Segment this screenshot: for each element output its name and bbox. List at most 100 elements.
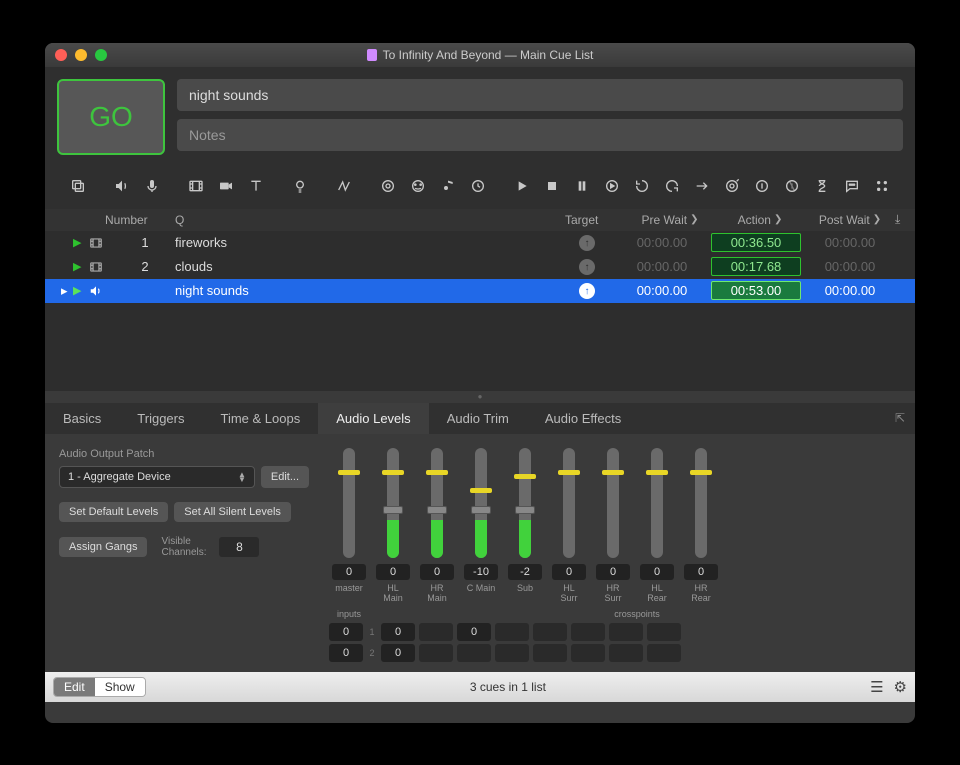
fader-value[interactable]: 0 xyxy=(684,564,718,580)
cue-action[interactable]: 00:17.68 xyxy=(711,257,801,276)
stop-cue-icon[interactable] xyxy=(539,173,565,199)
goto-cue-icon[interactable] xyxy=(689,173,715,199)
crosspoint-box[interactable] xyxy=(647,644,681,662)
cue-postwait[interactable]: 00:00.00 xyxy=(805,283,895,298)
crosspoint-box[interactable] xyxy=(495,644,529,662)
close-icon[interactable] xyxy=(55,49,67,61)
fader-track[interactable] xyxy=(607,448,619,558)
crosspoint-box[interactable]: 0 xyxy=(457,623,491,641)
cue-postwait[interactable]: 00:00.00 xyxy=(805,235,895,250)
load-cue-icon[interactable] xyxy=(599,173,625,199)
fader-track[interactable] xyxy=(475,448,487,558)
crosspoint-box[interactable] xyxy=(495,623,529,641)
crosspoint-box[interactable] xyxy=(533,644,567,662)
pause-cue-icon[interactable] xyxy=(569,173,595,199)
tab-triggers[interactable]: Triggers xyxy=(119,403,202,434)
fader[interactable]: 0HLMain xyxy=(373,448,413,605)
set-default-levels-button[interactable]: Set Default Levels xyxy=(59,502,168,522)
tab-audio-effects[interactable]: Audio Effects xyxy=(527,403,639,434)
fader-track[interactable] xyxy=(519,448,531,558)
zoom-icon[interactable] xyxy=(95,49,107,61)
fade-cue-icon[interactable] xyxy=(331,173,357,199)
device-select[interactable]: 1 - Aggregate Device ▲▼ xyxy=(59,466,255,488)
crosspoint-box[interactable] xyxy=(571,644,605,662)
crosspoint-box[interactable]: 0 xyxy=(381,644,415,662)
midi-cue-icon[interactable] xyxy=(405,173,431,199)
fader[interactable]: 0HRMain xyxy=(417,448,457,605)
cue-prewait[interactable]: 00:00.00 xyxy=(617,283,707,298)
fader-value[interactable]: -2 xyxy=(508,564,542,580)
crosspoint-box[interactable] xyxy=(647,623,681,641)
crosspoint-box[interactable] xyxy=(571,623,605,641)
fader-cap-icon[interactable] xyxy=(646,470,668,475)
fader-cap-icon[interactable] xyxy=(338,470,360,475)
fader-track[interactable] xyxy=(651,448,663,558)
cue-action[interactable]: 00:53.00 xyxy=(711,281,801,300)
wait-cue-icon[interactable] xyxy=(809,173,835,199)
text-cue-icon[interactable] xyxy=(243,173,269,199)
fader-value[interactable]: 0 xyxy=(640,564,674,580)
cue-row[interactable]: ▸▶night sounds↑00:00.0000:53.0000:00.00 xyxy=(45,279,915,303)
cue-notes-input[interactable] xyxy=(177,119,903,151)
target-cue-icon[interactable] xyxy=(719,173,745,199)
fader[interactable]: 0HRRear xyxy=(681,448,721,605)
fader-value[interactable]: -10 xyxy=(464,564,498,580)
crosspoint-box[interactable] xyxy=(609,623,643,641)
splitter-handle[interactable]: ● xyxy=(45,391,915,403)
fader-value[interactable]: 0 xyxy=(552,564,586,580)
mic-cue-icon[interactable] xyxy=(139,173,165,199)
reset-cue-icon[interactable] xyxy=(629,173,655,199)
col-target[interactable]: Target xyxy=(565,213,625,227)
cue-prewait[interactable]: 00:00.00 xyxy=(617,259,707,274)
col-prewait[interactable]: Pre Wait❯ xyxy=(625,213,715,227)
tab-audio-trim[interactable]: Audio Trim xyxy=(429,403,527,434)
network-cue-icon[interactable] xyxy=(375,173,401,199)
camera-cue-icon[interactable] xyxy=(213,173,239,199)
fader-cap-icon[interactable] xyxy=(426,470,448,475)
fader[interactable]: 0master xyxy=(329,448,369,605)
crosspoint-box[interactable] xyxy=(609,644,643,662)
fader-track[interactable] xyxy=(431,448,443,558)
minimize-icon[interactable] xyxy=(75,49,87,61)
popout-icon[interactable]: ⇱ xyxy=(895,411,905,425)
fader-cap-icon[interactable] xyxy=(382,470,404,475)
devamp-cue-icon[interactable] xyxy=(659,173,685,199)
cue-row[interactable]: ▶2clouds↑00:00.0000:17.6800:00.00 xyxy=(45,255,915,279)
col-number[interactable]: Number xyxy=(105,213,175,227)
fader-value[interactable]: 0 xyxy=(332,564,366,580)
show-mode-button[interactable]: Show xyxy=(95,678,145,696)
fader-cap-icon[interactable] xyxy=(690,470,712,475)
fader[interactable]: -2Sub xyxy=(505,448,545,605)
visible-channels-value[interactable]: 8 xyxy=(219,537,259,557)
timecode-cue-icon[interactable] xyxy=(465,173,491,199)
input-level-box[interactable]: 0 xyxy=(329,644,363,662)
edit-patch-button[interactable]: Edit... xyxy=(261,466,309,488)
col-autocontinue-icon[interactable]: ⤓ xyxy=(895,212,915,227)
assign-gangs-button[interactable]: Assign Gangs xyxy=(59,537,147,557)
col-postwait[interactable]: Post Wait❯ xyxy=(805,213,895,227)
fader-track[interactable] xyxy=(387,448,399,558)
light-cue-icon[interactable] xyxy=(287,173,313,199)
group-cue-icon[interactable] xyxy=(65,173,91,199)
set-silent-levels-button[interactable]: Set All Silent Levels xyxy=(174,502,291,522)
script-cue-icon[interactable] xyxy=(869,173,895,199)
fader-value[interactable]: 0 xyxy=(420,564,454,580)
audio-cue-icon[interactable] xyxy=(109,173,135,199)
cue-prewait[interactable]: 00:00.00 xyxy=(617,235,707,250)
cue-postwait[interactable]: 00:00.00 xyxy=(805,259,895,274)
fader-cap-icon[interactable] xyxy=(470,488,492,493)
fader[interactable]: 0HRSurr xyxy=(593,448,633,605)
midi-file-cue-icon[interactable] xyxy=(435,173,461,199)
crosspoint-box[interactable] xyxy=(419,623,453,641)
col-q[interactable]: Q xyxy=(175,213,565,227)
cue-name-input[interactable] xyxy=(177,79,903,111)
cue-list[interactable]: ▶1fireworks↑00:00.0000:36.5000:00.00▶2cl… xyxy=(45,231,915,391)
fader-cap-icon[interactable] xyxy=(602,470,624,475)
fader-value[interactable]: 0 xyxy=(376,564,410,580)
cue-row[interactable]: ▶1fireworks↑00:00.0000:36.5000:00.00 xyxy=(45,231,915,255)
tab-time-loops[interactable]: Time & Loops xyxy=(203,403,319,434)
fader[interactable]: 0HLRear xyxy=(637,448,677,605)
video-cue-icon[interactable] xyxy=(183,173,209,199)
crosspoint-box[interactable] xyxy=(457,644,491,662)
go-button[interactable]: GO xyxy=(57,79,165,155)
